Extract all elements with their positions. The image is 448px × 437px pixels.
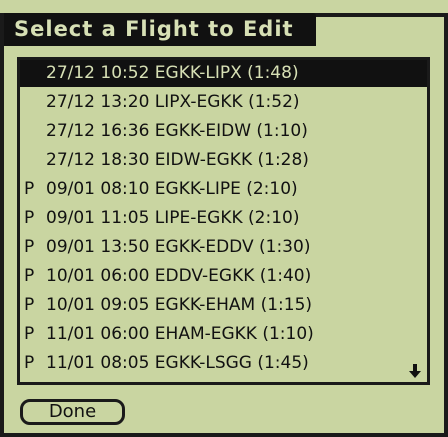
flight-list[interactable]: 27/12 10:52 EGKK-LIPX (1:48) 27/12 13:20… [17,57,430,385]
flight-flag: P [24,353,35,373]
flight-row-text: 09/01 11:05 LIPE-EGKK (2:10) [46,208,300,228]
frame-border-right [444,13,448,437]
flight-row-6[interactable]: P 09/01 11:05 LIPE-EGKK (2:10) [20,205,427,232]
flight-flag: P [24,266,35,286]
flight-row-8[interactable]: P 10/01 06:00 EDDV-EGKK (1:40) [20,263,427,290]
flight-row-text: 09/01 13:50 EGKK-EDDV (1:30) [46,237,311,257]
flight-row-3[interactable]: 27/12 16:36 EGKK-EIDW (1:10) [20,118,427,145]
flight-row-text: 09/01 08:10 EGKK-LIPE (2:10) [46,179,298,199]
flight-flag: P [24,295,35,315]
flight-row-text: 27/12 18:30 EIDW-EGKK (1:28) [46,150,309,170]
frame-border-bottom [0,433,448,437]
flight-row-text: 27/12 10:52 EGKK-LIPX (1:48) [46,63,299,83]
flight-flag: P [24,324,35,344]
flight-row-2[interactable]: 27/12 13:20 LIPX-EGKK (1:52) [20,89,427,116]
flight-row-text: 11/01 08:05 EGKK-LSGG (1:45) [46,353,309,373]
flight-flag: P [24,179,35,199]
flight-flag: P [24,208,35,228]
arrow-down-icon[interactable] [408,363,422,379]
flight-row-4[interactable]: 27/12 18:30 EIDW-EGKK (1:28) [20,147,427,174]
flight-row-text: 27/12 16:36 EGKK-EIDW (1:10) [46,121,308,141]
flight-row-11[interactable]: P 11/01 08:05 EGKK-LSGG (1:45) [20,350,427,377]
flight-row-text: 10/01 09:05 EGKK-EHAM (1:15) [46,295,313,315]
form-title: Select a Flight to Edit [4,13,316,46]
done-button[interactable]: Done [20,399,125,425]
flight-row-10[interactable]: P 11/01 06:00 EHAM-EGKK (1:10) [20,321,427,348]
flight-row-7[interactable]: P 09/01 13:50 EGKK-EDDV (1:30) [20,234,427,261]
flight-row-text: 11/01 06:00 EHAM-EGKK (1:10) [46,324,314,344]
flight-row-1[interactable]: 27/12 10:52 EGKK-LIPX (1:48) [20,60,427,87]
flight-flag: P [24,237,35,257]
flight-row-text: 10/01 06:00 EDDV-EGKK (1:40) [46,266,312,286]
flight-row-5[interactable]: P 09/01 08:10 EGKK-LIPE (2:10) [20,176,427,203]
flight-select-screen: Select a Flight to Edit 27/12 10:52 EGKK… [0,0,448,437]
flight-row-text: 27/12 13:20 LIPX-EGKK (1:52) [46,92,300,112]
frame-border-left [0,13,4,437]
flight-row-9[interactable]: P 10/01 09:05 EGKK-EHAM (1:15) [20,292,427,319]
